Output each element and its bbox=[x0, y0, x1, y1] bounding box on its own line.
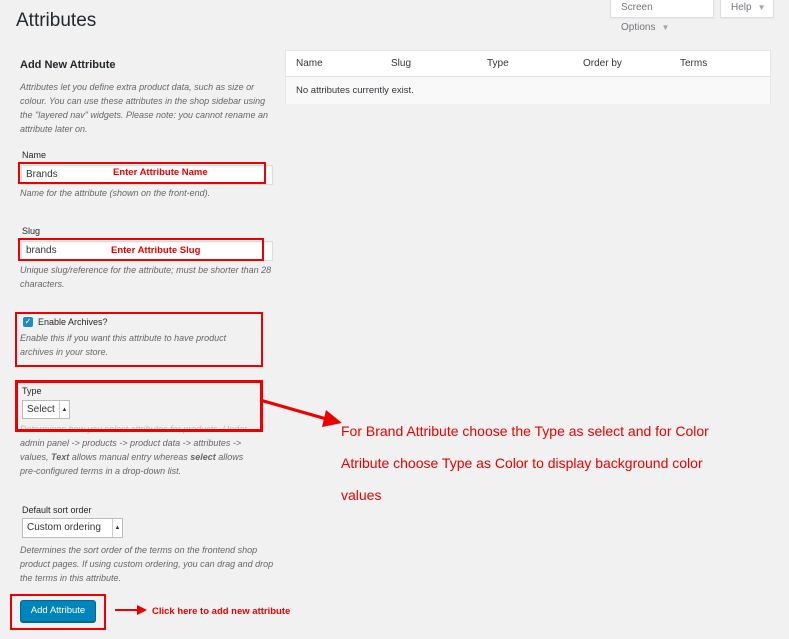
column-header-terms[interactable]: Terms bbox=[680, 58, 707, 69]
sort-order-label: Default sort order bbox=[22, 505, 92, 515]
annotation-arrow-icon bbox=[259, 398, 342, 427]
column-header-order-by[interactable]: Order by bbox=[583, 58, 622, 69]
name-help: Name for the attribute (shown on the fro… bbox=[20, 188, 211, 198]
attributes-table: Name Slug Type Order by Terms No attribu… bbox=[285, 50, 771, 104]
type-annotation-line2: Atribute choose Type as Color to display… bbox=[341, 455, 703, 471]
column-header-slug[interactable]: Slug bbox=[391, 58, 411, 69]
help-button[interactable]: Help ▼ bbox=[720, 0, 774, 18]
screen-options-button[interactable]: Screen Options ▼ bbox=[610, 0, 714, 33]
type-help-line3: values, Text allows manual entry whereas… bbox=[20, 450, 243, 464]
type-help-text: values, bbox=[20, 452, 52, 462]
button-annotation-arrow-icon bbox=[115, 605, 147, 615]
type-help-text: allows manual entry whereas bbox=[69, 452, 191, 462]
column-header-type[interactable]: Type bbox=[487, 58, 509, 69]
type-annotation: For Brand Attribute choose the Type as s… bbox=[341, 415, 781, 511]
sort-order-select[interactable]: Custom ordering ▲ bbox=[22, 518, 123, 538]
type-help-line2: admin panel -> products -> product data … bbox=[20, 438, 242, 448]
slug-help: Unique slug/reference for the attribute;… bbox=[20, 265, 272, 289]
type-help-line4: pre-configured terms in a drop-down list… bbox=[20, 466, 182, 476]
help-label: Help bbox=[731, 2, 752, 13]
enable-archives-help: Enable this if you want this attribute t… bbox=[20, 333, 227, 357]
slug-annotation: Enter Attribute Slug bbox=[111, 245, 201, 256]
form-section-title: Add New Attribute bbox=[20, 59, 116, 71]
enable-archives-checkbox[interactable]: ✓ bbox=[23, 317, 33, 327]
table-row: No attributes currently exist. bbox=[286, 76, 770, 104]
form-intro: Attributes let you define extra product … bbox=[20, 82, 269, 134]
column-header-name[interactable]: Name bbox=[296, 58, 323, 69]
select-arrow-icon: ▲ bbox=[112, 519, 122, 537]
type-help-bold-select: select bbox=[190, 452, 216, 462]
button-annotation: Click here to add new attribute bbox=[152, 606, 291, 617]
type-help-text: allows bbox=[215, 452, 244, 462]
name-annotation: Enter Attribute Name bbox=[113, 167, 208, 178]
caret-down-icon: ▼ bbox=[661, 23, 670, 32]
empty-table-message: No attributes currently exist. bbox=[296, 85, 414, 96]
type-help-bold-text: Text bbox=[51, 452, 70, 462]
add-attribute-button[interactable]: Add Attribute bbox=[20, 600, 96, 622]
name-label: Name bbox=[22, 150, 47, 160]
caret-down-icon: ▼ bbox=[757, 3, 766, 12]
enable-archives-label: Enable Archives? bbox=[38, 317, 108, 327]
sort-order-select-value: Custom ordering bbox=[27, 522, 101, 533]
type-highlight-box bbox=[15, 380, 263, 432]
slug-label: Slug bbox=[22, 226, 41, 236]
screen-options-label: Screen Options bbox=[621, 2, 656, 33]
page-title: Attributes bbox=[16, 10, 97, 31]
type-annotation-line3: values bbox=[341, 487, 382, 503]
type-annotation-line1: For Brand Attribute choose the Type as s… bbox=[341, 423, 709, 439]
sort-order-help: Determines the sort order of the terms o… bbox=[20, 545, 274, 583]
